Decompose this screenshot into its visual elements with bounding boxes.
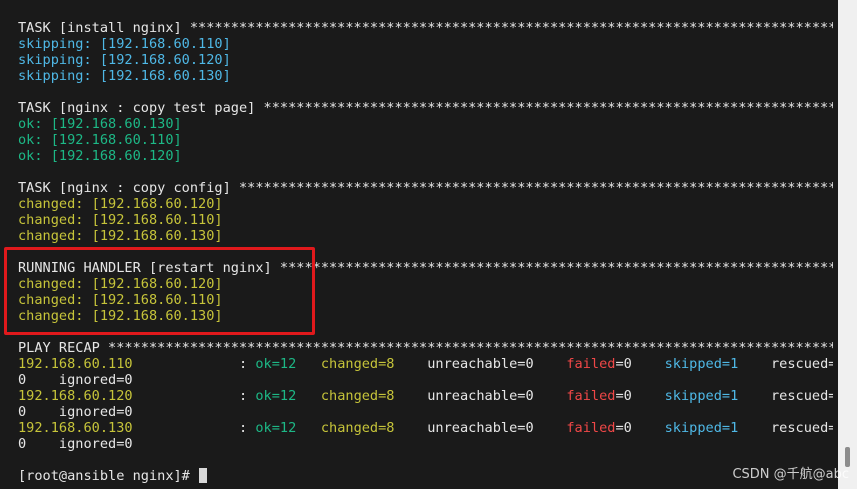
terminal-text: changed: [192.168.60.120] [18,196,223,212]
terminal-text: : [132,388,256,404]
terminal-text: ok: [192.168.60.120] [18,148,182,164]
terminal-text: changed=8 [320,388,395,404]
terminal-text: rescued= [738,356,833,372]
highlight-box [4,247,315,335]
terminal-text: skipped=1 [664,420,739,436]
terminal-line: skipping: [192.168.60.130] [18,68,833,84]
terminal-text: failed [566,388,616,404]
terminal-line: 192.168.60.130 : ok=12 changed=8 unreach… [18,420,833,436]
terminal-line: TASK [nginx : copy config] *************… [18,180,833,196]
terminal-line: ok: [192.168.60.110] [18,132,833,148]
terminal-text: failed [566,420,616,436]
terminal-text: ok: [192.168.60.130] [18,116,182,132]
terminal-text: ok=12 [255,356,297,372]
terminal-line: changed: [192.168.60.120] [18,196,833,212]
text-cursor [199,468,208,483]
terminal-text: unreachable=0 [394,420,567,436]
terminal-text: 0 ignored=0 [18,404,133,420]
terminal-text: unreachable=0 [394,356,567,372]
terminal-text: changed=8 [320,420,395,436]
terminal-text: 0 ignored=0 [18,372,133,388]
terminal-text: ok=12 [255,420,297,436]
terminal-text: unreachable=0 [394,388,567,404]
terminal-line: changed: [192.168.60.110] [18,212,833,228]
terminal-line: 0 ignored=0 [18,436,833,452]
terminal-text: 192.168.60.110 [18,356,133,372]
shell-prompt: [root@ansible nginx]# [18,468,199,484]
terminal-text: 0 ignored=0 [18,436,133,452]
scrollbar[interactable] [838,0,857,489]
terminal-text: rescued= [738,420,833,436]
terminal-line: ok: [192.168.60.130] [18,116,833,132]
terminal-line: 0 ignored=0 [18,372,833,388]
terminal-text: 192.168.60.120 [18,388,133,404]
terminal-line: skipping: [192.168.60.110] [18,36,833,52]
terminal-text: skipping: [192.168.60.110] [18,36,231,52]
watermark-text: CSDN @千航@abc [732,467,849,482]
terminal-text: rescued= [738,388,833,404]
terminal-text: : [132,420,256,436]
terminal-line: changed: [192.168.60.130] [18,228,833,244]
terminal-line: 192.168.60.110 : ok=12 changed=8 unreach… [18,356,833,372]
terminal-text: ok: [192.168.60.110] [18,132,182,148]
terminal-line: 0 ignored=0 [18,404,833,420]
terminal-text: failed [566,356,616,372]
shell-prompt-line[interactable]: [root@ansible nginx]# [18,468,833,484]
terminal-line: 192.168.60.120 : ok=12 changed=8 unreach… [18,388,833,404]
terminal-text: changed: [192.168.60.110] [18,212,223,228]
terminal-line: skipping: [192.168.60.120] [18,52,833,68]
terminal-text: =0 [615,420,665,436]
terminal-text: skipped=1 [664,356,739,372]
terminal-line: ok: [192.168.60.120] [18,148,833,164]
terminal-text: changed=8 [320,356,395,372]
terminal-text: skipping: [192.168.60.130] [18,68,231,84]
terminal-text: TASK [nginx : copy test page] **********… [18,100,833,116]
terminal-text: ok=12 [255,388,297,404]
terminal-text: : [132,356,256,372]
terminal-text: =0 [615,388,665,404]
terminal-line: PLAY RECAP *****************************… [18,340,833,356]
terminal-text: PLAY RECAP *****************************… [18,340,833,356]
terminal-text: =0 [615,356,665,372]
terminal-text: TASK [nginx : copy config] *************… [18,180,833,196]
terminal-text: skipped=1 [664,388,739,404]
terminal-text: 192.168.60.130 [18,420,133,436]
terminal-line: TASK [nginx : copy test page] **********… [18,100,833,116]
terminal-line: TASK [install nginx] *******************… [18,20,833,36]
terminal-text: changed: [192.168.60.130] [18,228,223,244]
terminal-text: TASK [install nginx] *******************… [18,20,833,36]
terminal-text: skipping: [192.168.60.120] [18,52,231,68]
terminal-window[interactable]: TASK [install nginx] *******************… [0,0,838,489]
